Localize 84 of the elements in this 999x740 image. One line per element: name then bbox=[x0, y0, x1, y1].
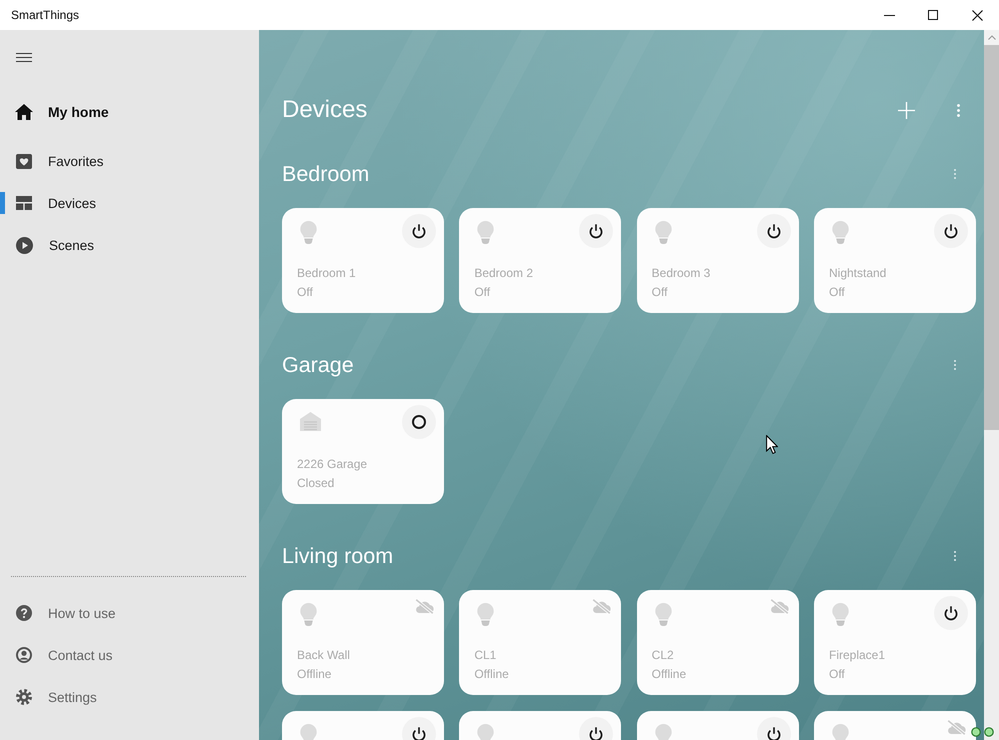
room-title: Garage bbox=[282, 352, 354, 378]
device-status: Offline bbox=[473, 666, 510, 683]
settings-icon bbox=[16, 689, 32, 705]
device-name: Bedroom 2 bbox=[473, 265, 534, 282]
power-button[interactable] bbox=[934, 596, 968, 630]
device-name: Back Wall bbox=[296, 647, 351, 664]
device-name: Bedroom 3 bbox=[650, 265, 712, 282]
dot-icon bbox=[984, 727, 994, 737]
device-card[interactable]: CL1 Offline bbox=[459, 590, 622, 695]
bulb-icon bbox=[654, 221, 672, 244]
door-toggle-button[interactable] bbox=[402, 405, 436, 439]
bulb-icon bbox=[477, 221, 494, 244]
sidebar-item[interactable]: Devices bbox=[0, 182, 259, 224]
power-button[interactable] bbox=[579, 214, 614, 248]
device-card[interactable]: Fireplace1 Off bbox=[814, 590, 976, 695]
device-name: Fireplace1 bbox=[828, 647, 886, 664]
more-icon bbox=[956, 104, 960, 116]
person-circle-icon bbox=[16, 647, 32, 663]
device-name: Nightstand bbox=[828, 265, 888, 282]
sidebar-item[interactable]: Contact us bbox=[0, 634, 259, 676]
bulb-icon bbox=[832, 603, 849, 626]
plus-icon bbox=[898, 102, 914, 118]
device-card[interactable]: 2226 Garage Closed bbox=[282, 399, 444, 504]
power-button[interactable] bbox=[756, 214, 791, 248]
device-card[interactable]: Back Wall Offline bbox=[282, 590, 444, 695]
sidebar-item[interactable]: Scenes bbox=[0, 224, 259, 266]
bulb-icon bbox=[300, 221, 317, 244]
mouse-cursor-icon bbox=[766, 435, 778, 454]
bulb-icon bbox=[832, 724, 849, 740]
power-icon bbox=[766, 224, 781, 238]
location-button[interactable]: My home bbox=[0, 90, 259, 134]
device-card[interactable]: CL2 Offline bbox=[636, 590, 799, 695]
device-card[interactable]: Bedroom 2 Off bbox=[459, 208, 622, 313]
device-status: Closed bbox=[296, 475, 336, 492]
power-button[interactable] bbox=[402, 214, 436, 248]
help-icon bbox=[16, 605, 32, 621]
sidebar-item[interactable]: How to use bbox=[0, 592, 259, 634]
power-icon bbox=[589, 224, 604, 238]
device-status: Off bbox=[828, 666, 846, 683]
garage-icon bbox=[300, 412, 321, 431]
device-status: Off bbox=[650, 284, 668, 301]
bulb-icon bbox=[654, 724, 672, 740]
power-icon bbox=[412, 224, 426, 238]
device-status: Off bbox=[473, 284, 492, 301]
caret-icon bbox=[988, 35, 996, 40]
device-status: Off bbox=[828, 284, 846, 301]
bulb-icon bbox=[300, 603, 317, 626]
sidebar-item[interactable]: Favorites bbox=[0, 140, 259, 182]
room-title: Living room bbox=[282, 544, 394, 568]
device-name: CL2 bbox=[650, 647, 675, 664]
power-icon bbox=[766, 726, 781, 740]
bulb-icon bbox=[477, 724, 494, 740]
bulb-icon bbox=[477, 603, 494, 626]
power-icon bbox=[589, 726, 604, 740]
circle-icon bbox=[412, 415, 426, 429]
maximize-icon bbox=[928, 10, 938, 20]
device-status: Off bbox=[296, 284, 314, 301]
device-name: 2226 Garage bbox=[296, 456, 368, 473]
scrollbar-thumb[interactable] bbox=[984, 45, 999, 430]
power-icon bbox=[412, 726, 426, 740]
menu-icon bbox=[16, 52, 32, 62]
minimize-icon bbox=[884, 14, 894, 16]
device-name: Bedroom 1 bbox=[296, 265, 357, 282]
dot-icon bbox=[971, 727, 981, 737]
device-status: Offline bbox=[296, 666, 332, 683]
heart-tile-icon bbox=[16, 154, 32, 168]
power-icon bbox=[944, 224, 958, 238]
device-status: Offline bbox=[650, 666, 688, 683]
power-icon bbox=[944, 606, 958, 620]
device-card[interactable]: Nightstand Off bbox=[814, 208, 976, 313]
bulb-icon bbox=[654, 603, 672, 626]
device-card[interactable]: Bedroom 3 Off bbox=[636, 208, 799, 313]
home-icon bbox=[15, 104, 33, 120]
layout-icon bbox=[16, 196, 32, 210]
device-card[interactable]: Bedroom 1 Off bbox=[282, 208, 444, 313]
close-icon bbox=[972, 10, 982, 20]
room-title: Bedroom bbox=[282, 162, 370, 186]
device-name: CL1 bbox=[473, 647, 498, 664]
play-icon bbox=[16, 236, 33, 254]
bulb-icon bbox=[832, 221, 849, 244]
window-title: SmartThings bbox=[11, 8, 80, 22]
sidebar-item[interactable]: Settings bbox=[0, 676, 259, 718]
page-title: Devices bbox=[282, 96, 368, 124]
power-button[interactable] bbox=[934, 214, 968, 248]
